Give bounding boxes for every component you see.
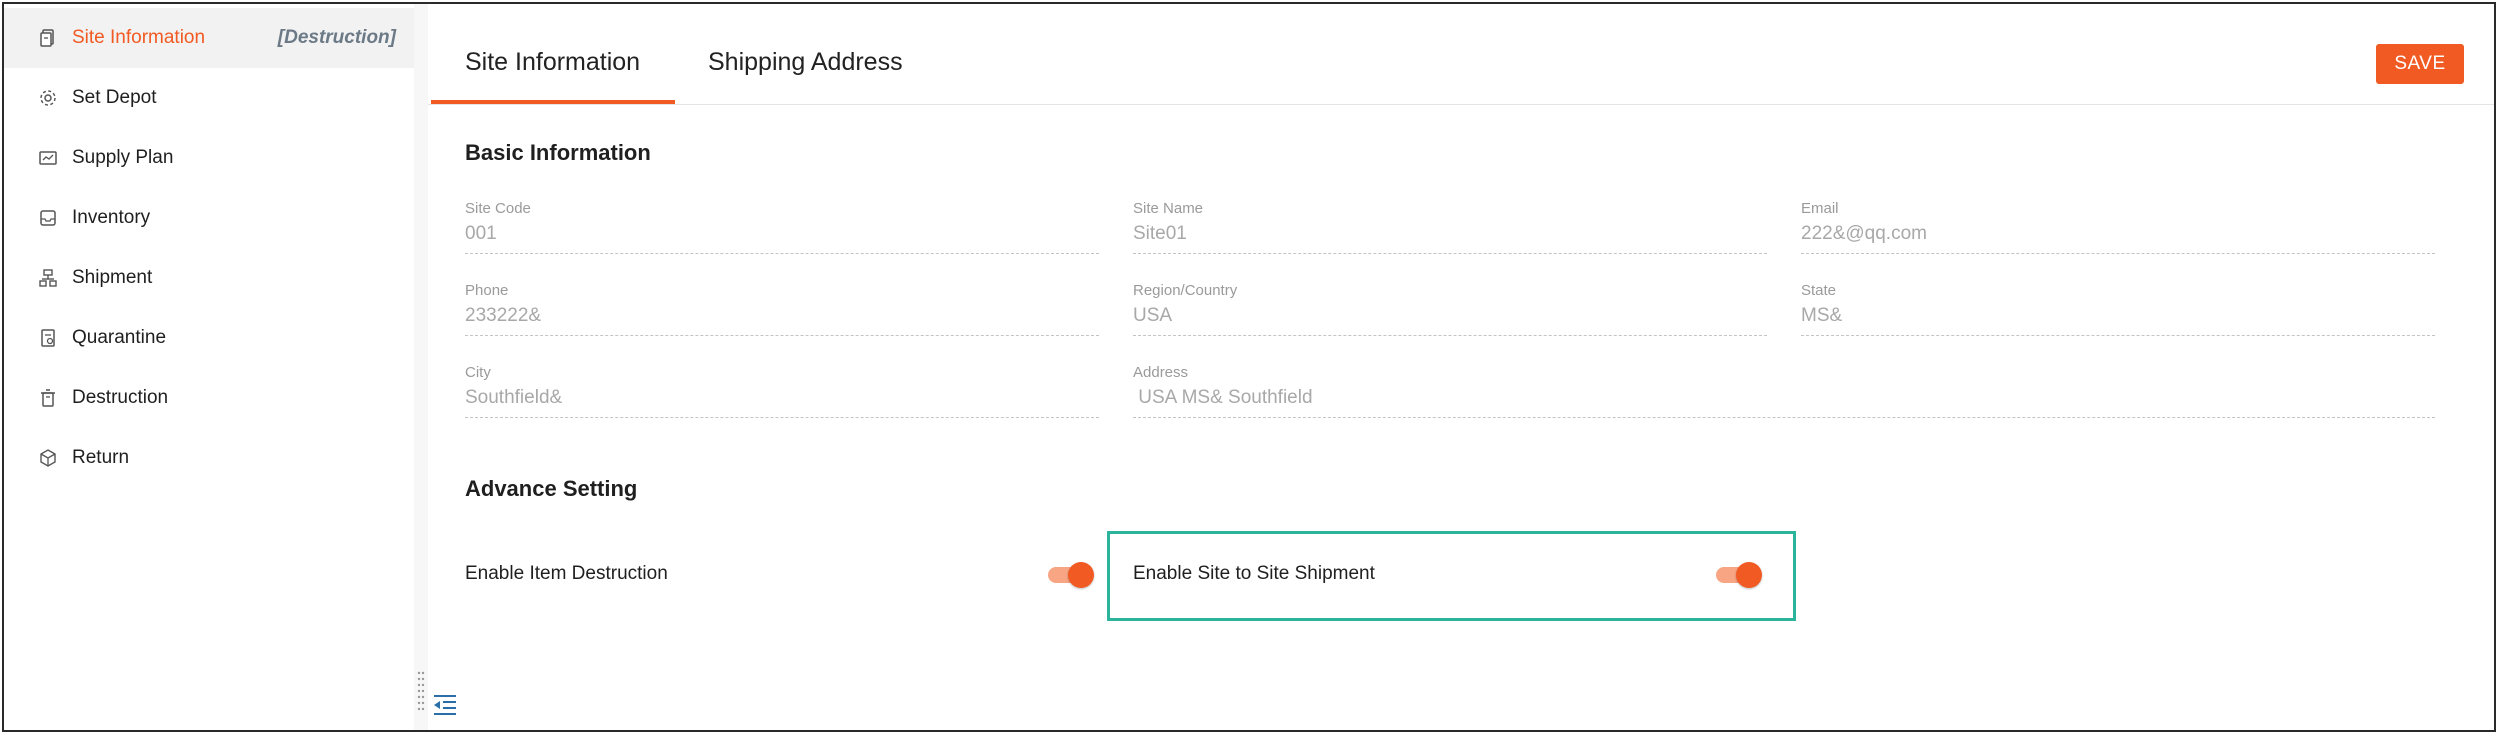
calendar-icon [39,151,57,165]
sidebar-item-shipment[interactable]: Shipment [4,248,414,308]
field-label: Site Code [465,200,531,217]
state-field[interactable]: State MS& [1801,282,2435,336]
field-value: 222&@qq.com [1801,223,2435,254]
field-value: 001 [465,223,1099,254]
package-icon [40,449,56,467]
gear-icon [40,90,56,106]
sidebar: Site Information [Destruction] Set Depot… [4,4,414,730]
sidebar-divider [414,4,428,730]
field-value: MS& [1801,305,2435,336]
document-icon [40,29,54,47]
enable-item-destruction-label: Enable Item Destruction [465,563,668,584]
tab-shipping-address[interactable]: Shipping Address [708,48,903,77]
sidebar-item-label: Inventory [72,207,151,228]
site-name-field[interactable]: Site Name Site01 [1133,200,1767,254]
sidebar-item-label: Site Information [72,27,206,48]
email-field[interactable]: Email 222&@qq.com [1801,200,2435,254]
sidebar-item-inventory[interactable]: Inventory [4,188,414,248]
field-value: Southfield& [465,387,1099,418]
address-field[interactable]: Address USA MS& Southfield [1133,364,2435,418]
sidebar-item-label: Shipment [72,267,153,288]
active-tab-indicator [431,100,675,104]
sidebar-item-return[interactable]: Return [4,428,414,488]
highlight-box [1107,531,1796,621]
field-label: Phone [465,282,509,299]
field-label: Address [1133,364,1189,381]
field-label: City [465,364,491,381]
sidebar-item-destruction[interactable]: Destruction [4,368,414,428]
sidebar-item-label: Return [72,447,130,468]
toggle-knob [1068,562,1094,588]
inbox-icon [40,210,56,226]
enable-item-destruction-toggle[interactable] [1046,560,1096,590]
tab-bar: Site Information Shipping Address SAVE [428,4,2494,105]
resize-handle-icon[interactable] [417,669,425,713]
sidebar-item-site-information[interactable]: Site Information [Destruction] [4,8,414,68]
main-content: Site Information Shipping Address SAVE B… [428,4,2494,730]
sidebar-item-label: Supply Plan [72,147,174,168]
sidebar-item-label: Set Depot [72,87,157,108]
field-label: Region/Country [1133,282,1238,299]
app-window: Site Information [Destruction] Set Depot… [2,2,2496,732]
field-value: Site01 [1133,223,1767,254]
advance-setting-title: Advance Setting [465,476,638,501]
region-country-field[interactable]: Region/Country USA [1133,282,1767,336]
tab-site-information[interactable]: Site Information [465,48,640,77]
basic-information-title: Basic Information [465,140,651,165]
phone-field[interactable]: Phone 233222& [465,282,1099,336]
field-value: USA [1133,305,1767,336]
sidebar-item-supply-plan[interactable]: Supply Plan [4,128,414,188]
field-label: Email [1801,200,1839,217]
sidebar-item-label: Quarantine [72,327,167,348]
city-field[interactable]: City Southfield& [465,364,1099,418]
field-value: 233222& [465,305,1099,336]
field-label: Site Name [1133,200,1204,217]
shipment-icon [39,269,57,287]
field-label: State [1801,282,1837,299]
site-code-field[interactable]: Site Code 001 [465,200,1099,254]
trash-icon [41,389,55,407]
save-button[interactable]: SAVE [2376,44,2464,84]
sidebar-item-label: Destruction [72,387,169,408]
quarantine-icon [41,329,55,347]
sidebar-item-set-depot[interactable]: Set Depot [4,68,414,128]
destruction-tag: [Destruction] [277,27,396,48]
field-value: USA MS& Southfield [1133,387,2435,418]
sidebar-item-quarantine[interactable]: Quarantine [4,308,414,368]
